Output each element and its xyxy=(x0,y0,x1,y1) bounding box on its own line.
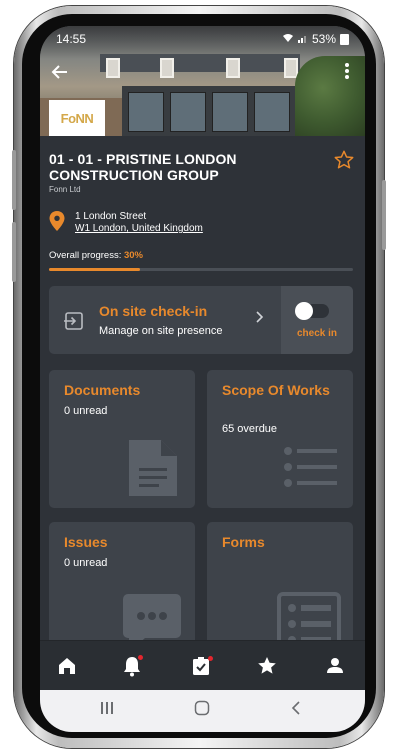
location-pin-icon xyxy=(49,211,65,231)
list-icon xyxy=(283,446,339,495)
back-button-icon[interactable] xyxy=(290,700,302,721)
star-icon[interactable] xyxy=(254,653,280,679)
progress-value: 30% xyxy=(123,250,143,261)
progress-bar-fill xyxy=(49,268,141,271)
documents-tile[interactable]: Documents 0 unread xyxy=(49,370,195,508)
check-in-toggle-label: check in xyxy=(296,328,338,339)
address-line-2[interactable]: W1 London, United Kingdom xyxy=(75,223,203,235)
check-in-toggle[interactable] xyxy=(295,302,329,320)
app-screen: 14:55 53% FoΝΝ 01 - 01 - PRISTINE LONDON… xyxy=(40,26,365,732)
company-name: Fonn Ltd xyxy=(49,185,81,194)
login-icon xyxy=(63,310,85,332)
phone-side-button xyxy=(12,150,16,210)
status-time: 14:55 xyxy=(56,32,87,46)
more-vertical-icon[interactable] xyxy=(339,62,355,86)
tile-title: Forms xyxy=(222,534,265,550)
home-icon[interactable] xyxy=(54,653,80,679)
tile-subtitle: 65 overdue xyxy=(222,423,278,435)
overall-progress: Overall progress: 30% xyxy=(49,250,143,261)
project-header: 01 - 01 - PRISTINE LONDON CONSTRUCTION G… xyxy=(49,151,349,194)
tile-title: Issues xyxy=(64,534,108,550)
signal-icon xyxy=(297,33,308,46)
check-in-toggle-panel[interactable]: check in xyxy=(281,286,353,354)
bottom-navigation xyxy=(40,640,365,690)
wifi-icon xyxy=(282,33,294,46)
project-address[interactable]: 1 London Street W1 London, United Kingdo… xyxy=(49,211,203,235)
back-arrow-icon[interactable] xyxy=(50,62,74,86)
progress-bar xyxy=(49,268,353,271)
progress-label: Overall progress: xyxy=(49,250,122,261)
tile-subtitle: 0 unread xyxy=(64,557,108,569)
tile-subtitle: 0 unread xyxy=(64,405,108,417)
recent-apps-icon[interactable] xyxy=(100,700,114,721)
favorite-star-icon[interactable] xyxy=(333,149,355,171)
system-navigation-bar xyxy=(40,690,365,732)
address-line-1: 1 London Street xyxy=(75,211,147,222)
project-title: 01 - 01 - PRISTINE LONDON CONSTRUCTION G… xyxy=(49,151,237,183)
tile-title: Scope Of Works xyxy=(222,382,330,398)
bell-icon[interactable] xyxy=(119,653,145,679)
chevron-right-icon xyxy=(254,310,264,327)
scope-of-works-tile[interactable]: Scope Of Works 65 overdue xyxy=(207,370,353,508)
clipboard-check-icon[interactable] xyxy=(188,653,214,679)
battery-percent: 53% xyxy=(311,32,336,46)
on-site-check-in-card[interactable]: On site check-in Manage on site presence… xyxy=(49,286,353,354)
battery-icon xyxy=(340,33,349,45)
phone-side-button xyxy=(382,180,386,250)
person-icon[interactable] xyxy=(322,653,348,679)
tile-title: Documents xyxy=(64,382,141,398)
company-logo: FoΝΝ xyxy=(49,100,105,136)
check-in-title: On site check-in xyxy=(99,303,208,319)
document-icon xyxy=(129,440,177,501)
check-in-subtitle: Manage on site presence xyxy=(99,325,223,337)
phone-side-button xyxy=(12,222,16,282)
status-bar: 14:55 53% xyxy=(40,26,365,50)
home-button-icon[interactable] xyxy=(194,700,210,721)
